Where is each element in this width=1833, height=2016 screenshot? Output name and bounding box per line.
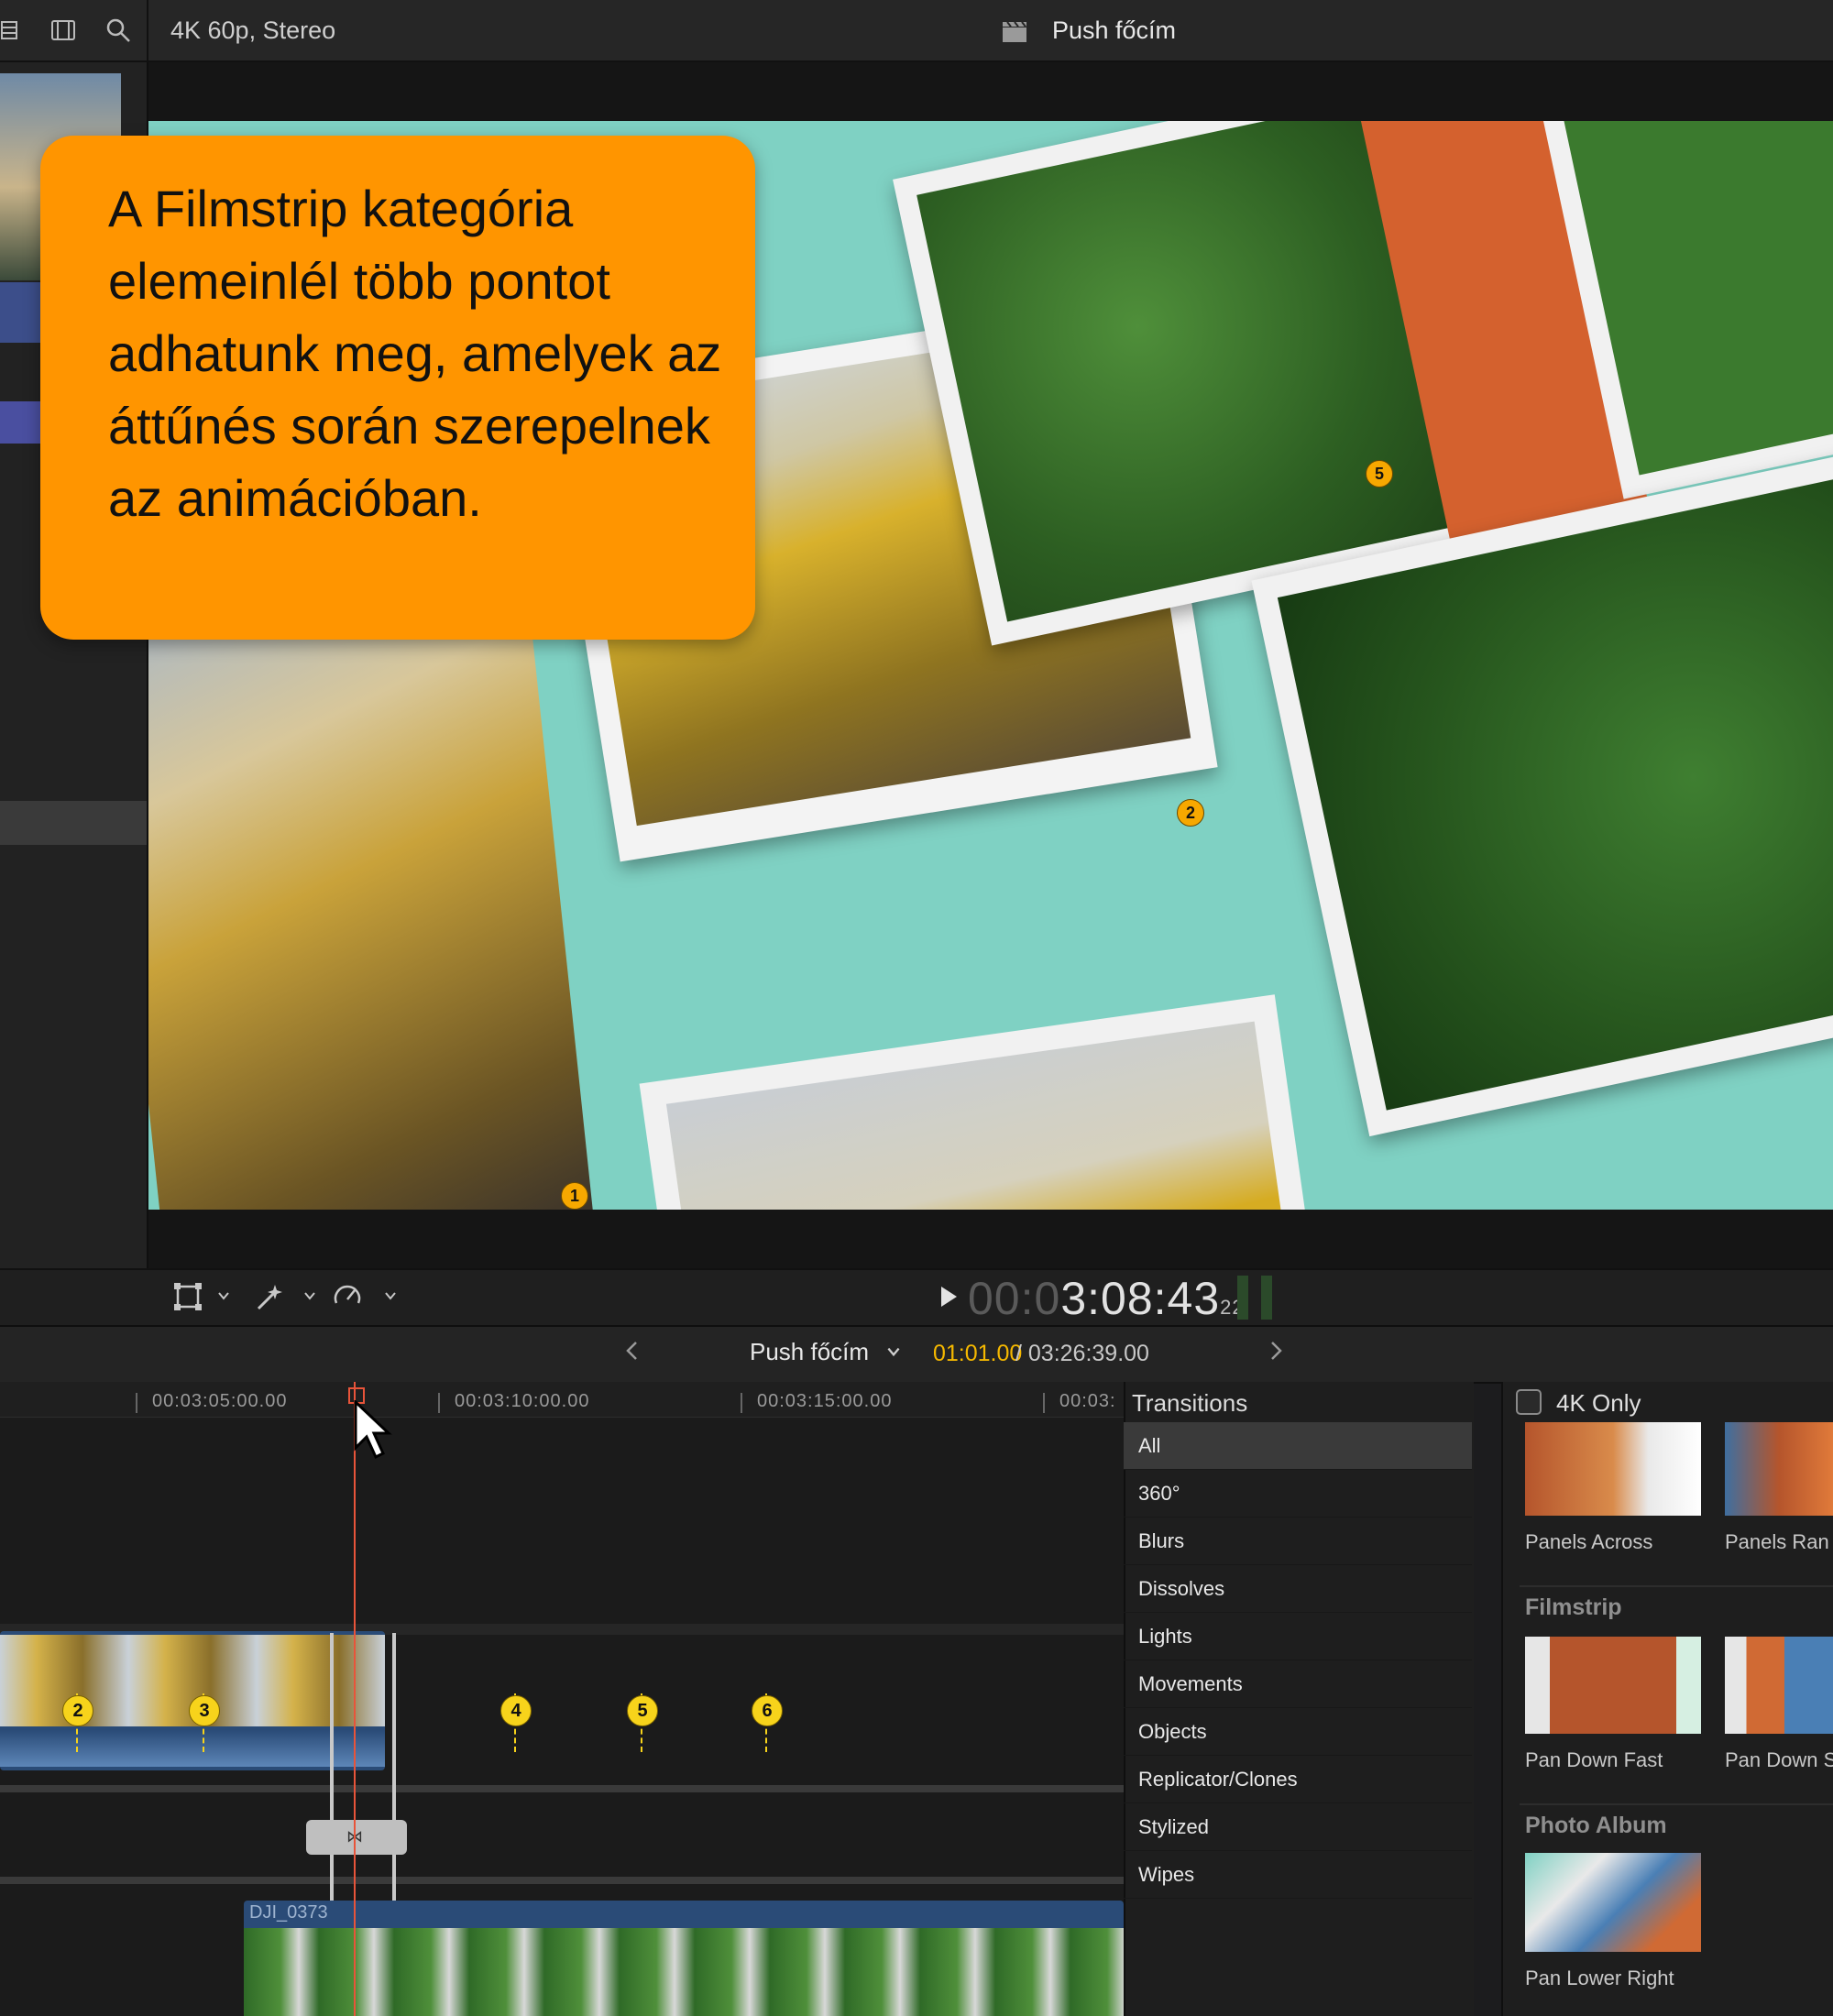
category-label: 360° [1138, 1482, 1180, 1505]
transition-thumbnail[interactable] [1525, 1637, 1701, 1734]
chevron-down-icon[interactable] [885, 1343, 902, 1360]
chevron-down-icon[interactable] [302, 1288, 317, 1303]
browser-row[interactable] [0, 801, 147, 845]
photo-train-left [148, 576, 594, 1210]
clip-audio-waveform [0, 1730, 385, 1767]
category-stylized[interactable]: Stylized [1124, 1803, 1472, 1851]
filter-label: 4K Only [1556, 1389, 1641, 1417]
timeline-marker[interactable]: 6 [752, 1695, 783, 1726]
ruler-label: 00:03:15:00.00 [757, 1391, 893, 1411]
4k-only-checkbox[interactable] [1516, 1389, 1542, 1415]
mouse-cursor-icon [354, 1400, 392, 1460]
audio-meter [1237, 1276, 1248, 1320]
chevron-right-icon[interactable] [1267, 1340, 1285, 1362]
timeline-marker[interactable]: 3 [189, 1695, 220, 1726]
category-label: Lights [1138, 1625, 1192, 1648]
viewer-marker[interactable]: 1 [561, 1182, 588, 1210]
transition-name: Panels Ran [1725, 1530, 1829, 1553]
ruler-tick [741, 1393, 742, 1413]
ruler-label: 00:03: [1059, 1391, 1116, 1411]
category-label: Dissolves [1138, 1577, 1225, 1600]
speed-gauge-icon[interactable] [332, 1281, 363, 1312]
category-lights[interactable]: Lights [1124, 1613, 1472, 1660]
photo-train-bottom [665, 1021, 1301, 1210]
group-title-filmstrip: Filmstrip [1525, 1594, 1622, 1620]
viewer-marker[interactable]: 5 [1366, 460, 1393, 488]
timeline[interactable]: ⋈ DJI_0373 2 3 4 5 6 [0, 1382, 1124, 2016]
magic-wand-icon[interactable] [253, 1281, 284, 1312]
storyline-divider [0, 1877, 1124, 1884]
category-replicator-clones[interactable]: Replicator/Clones [1124, 1756, 1472, 1803]
clip-filmstrip [244, 1928, 1124, 2016]
project-name[interactable]: Push főcím [750, 1338, 869, 1366]
timecode-display: 00:03:08:4322 [968, 1272, 1245, 1325]
transition-thumbnail[interactable] [1525, 1853, 1701, 1952]
play-icon[interactable] [938, 1285, 959, 1309]
ruler-tick [136, 1393, 137, 1413]
category-all[interactable]: All [1124, 1422, 1472, 1470]
category-label: Replicator/Clones [1138, 1768, 1298, 1791]
chevron-down-icon[interactable] [216, 1288, 231, 1303]
toolbar-divider [147, 0, 148, 60]
category-blurs[interactable]: Blurs [1124, 1517, 1472, 1565]
project-format-label: 4K 60p, Stereo [170, 16, 336, 44]
viewer-marker[interactable]: 2 [1177, 799, 1204, 827]
category-objects[interactable]: Objects [1124, 1708, 1472, 1756]
photo-card [639, 994, 1326, 1210]
annotation-text: A Filmstrip kategória elemeinlél több po… [108, 180, 722, 527]
category-label: Wipes [1138, 1863, 1195, 1886]
project-duration: / 03:26:39.00 [1015, 1341, 1149, 1366]
transition-name: Pan Down Fast [1525, 1748, 1663, 1771]
chevron-down-icon[interactable] [383, 1288, 398, 1303]
storyline-divider [0, 1785, 1124, 1792]
playhead[interactable] [354, 1382, 356, 2016]
transition-thumbnail[interactable] [1725, 1637, 1833, 1734]
category-movements[interactable]: Movements [1124, 1660, 1472, 1708]
search-icon[interactable] [104, 16, 132, 44]
ruler-label: 00:03:10:00.00 [455, 1391, 590, 1411]
group-divider [1520, 1803, 1833, 1805]
category-360[interactable]: 360° [1124, 1470, 1472, 1517]
transform-icon[interactable] [172, 1281, 203, 1312]
transition-name: Panels Across [1525, 1530, 1653, 1553]
transition-name: Pan Lower Right [1525, 1967, 1674, 1989]
clapperboard-icon [1003, 21, 1026, 42]
category-label: All [1138, 1434, 1161, 1457]
photo-aerial-rail [1277, 469, 1833, 1111]
playhead-position: 01:01.00 [933, 1341, 1023, 1366]
group-divider [1520, 1585, 1833, 1587]
category-label: Blurs [1138, 1529, 1185, 1552]
category-label: Movements [1138, 1672, 1243, 1695]
timeline-marker[interactable]: 5 [627, 1695, 658, 1726]
category-wipes[interactable]: Wipes [1124, 1851, 1472, 1899]
transition-thumbnail[interactable] [1725, 1422, 1833, 1516]
timecode-main: 3:08:43 [1060, 1273, 1221, 1324]
viewer-title: Push főcím [1052, 16, 1177, 44]
audio-meter [1261, 1276, 1272, 1320]
transition-name: Pan Down S [1725, 1748, 1833, 1771]
group-title-photo-album: Photo Album [1525, 1813, 1667, 1838]
category-dissolves[interactable]: Dissolves [1124, 1565, 1472, 1613]
list-view-icon[interactable] [0, 16, 27, 44]
transitions-title: Transitions [1132, 1389, 1248, 1417]
category-label: Objects [1138, 1720, 1207, 1743]
ruler-tick [438, 1393, 440, 1413]
chevron-left-icon[interactable] [623, 1340, 642, 1362]
category-label: Stylized [1138, 1815, 1210, 1838]
transition-handle[interactable]: ⋈ [306, 1820, 407, 1855]
ruler-tick [1043, 1393, 1045, 1413]
timeline-header [0, 1325, 1833, 1384]
filmstrip-icon[interactable] [49, 16, 77, 44]
video-clip[interactable]: DJI_0373 [244, 1901, 1124, 2016]
timeline-marker[interactable]: 4 [500, 1695, 532, 1726]
timeline-marker[interactable]: 2 [62, 1695, 93, 1726]
clip-name: DJI_0373 [249, 1902, 328, 1923]
ruler-label: 00:03:05:00.00 [152, 1391, 288, 1411]
timecode-dim: 00:0 [968, 1273, 1061, 1324]
transition-thumbnail[interactable] [1525, 1422, 1701, 1516]
